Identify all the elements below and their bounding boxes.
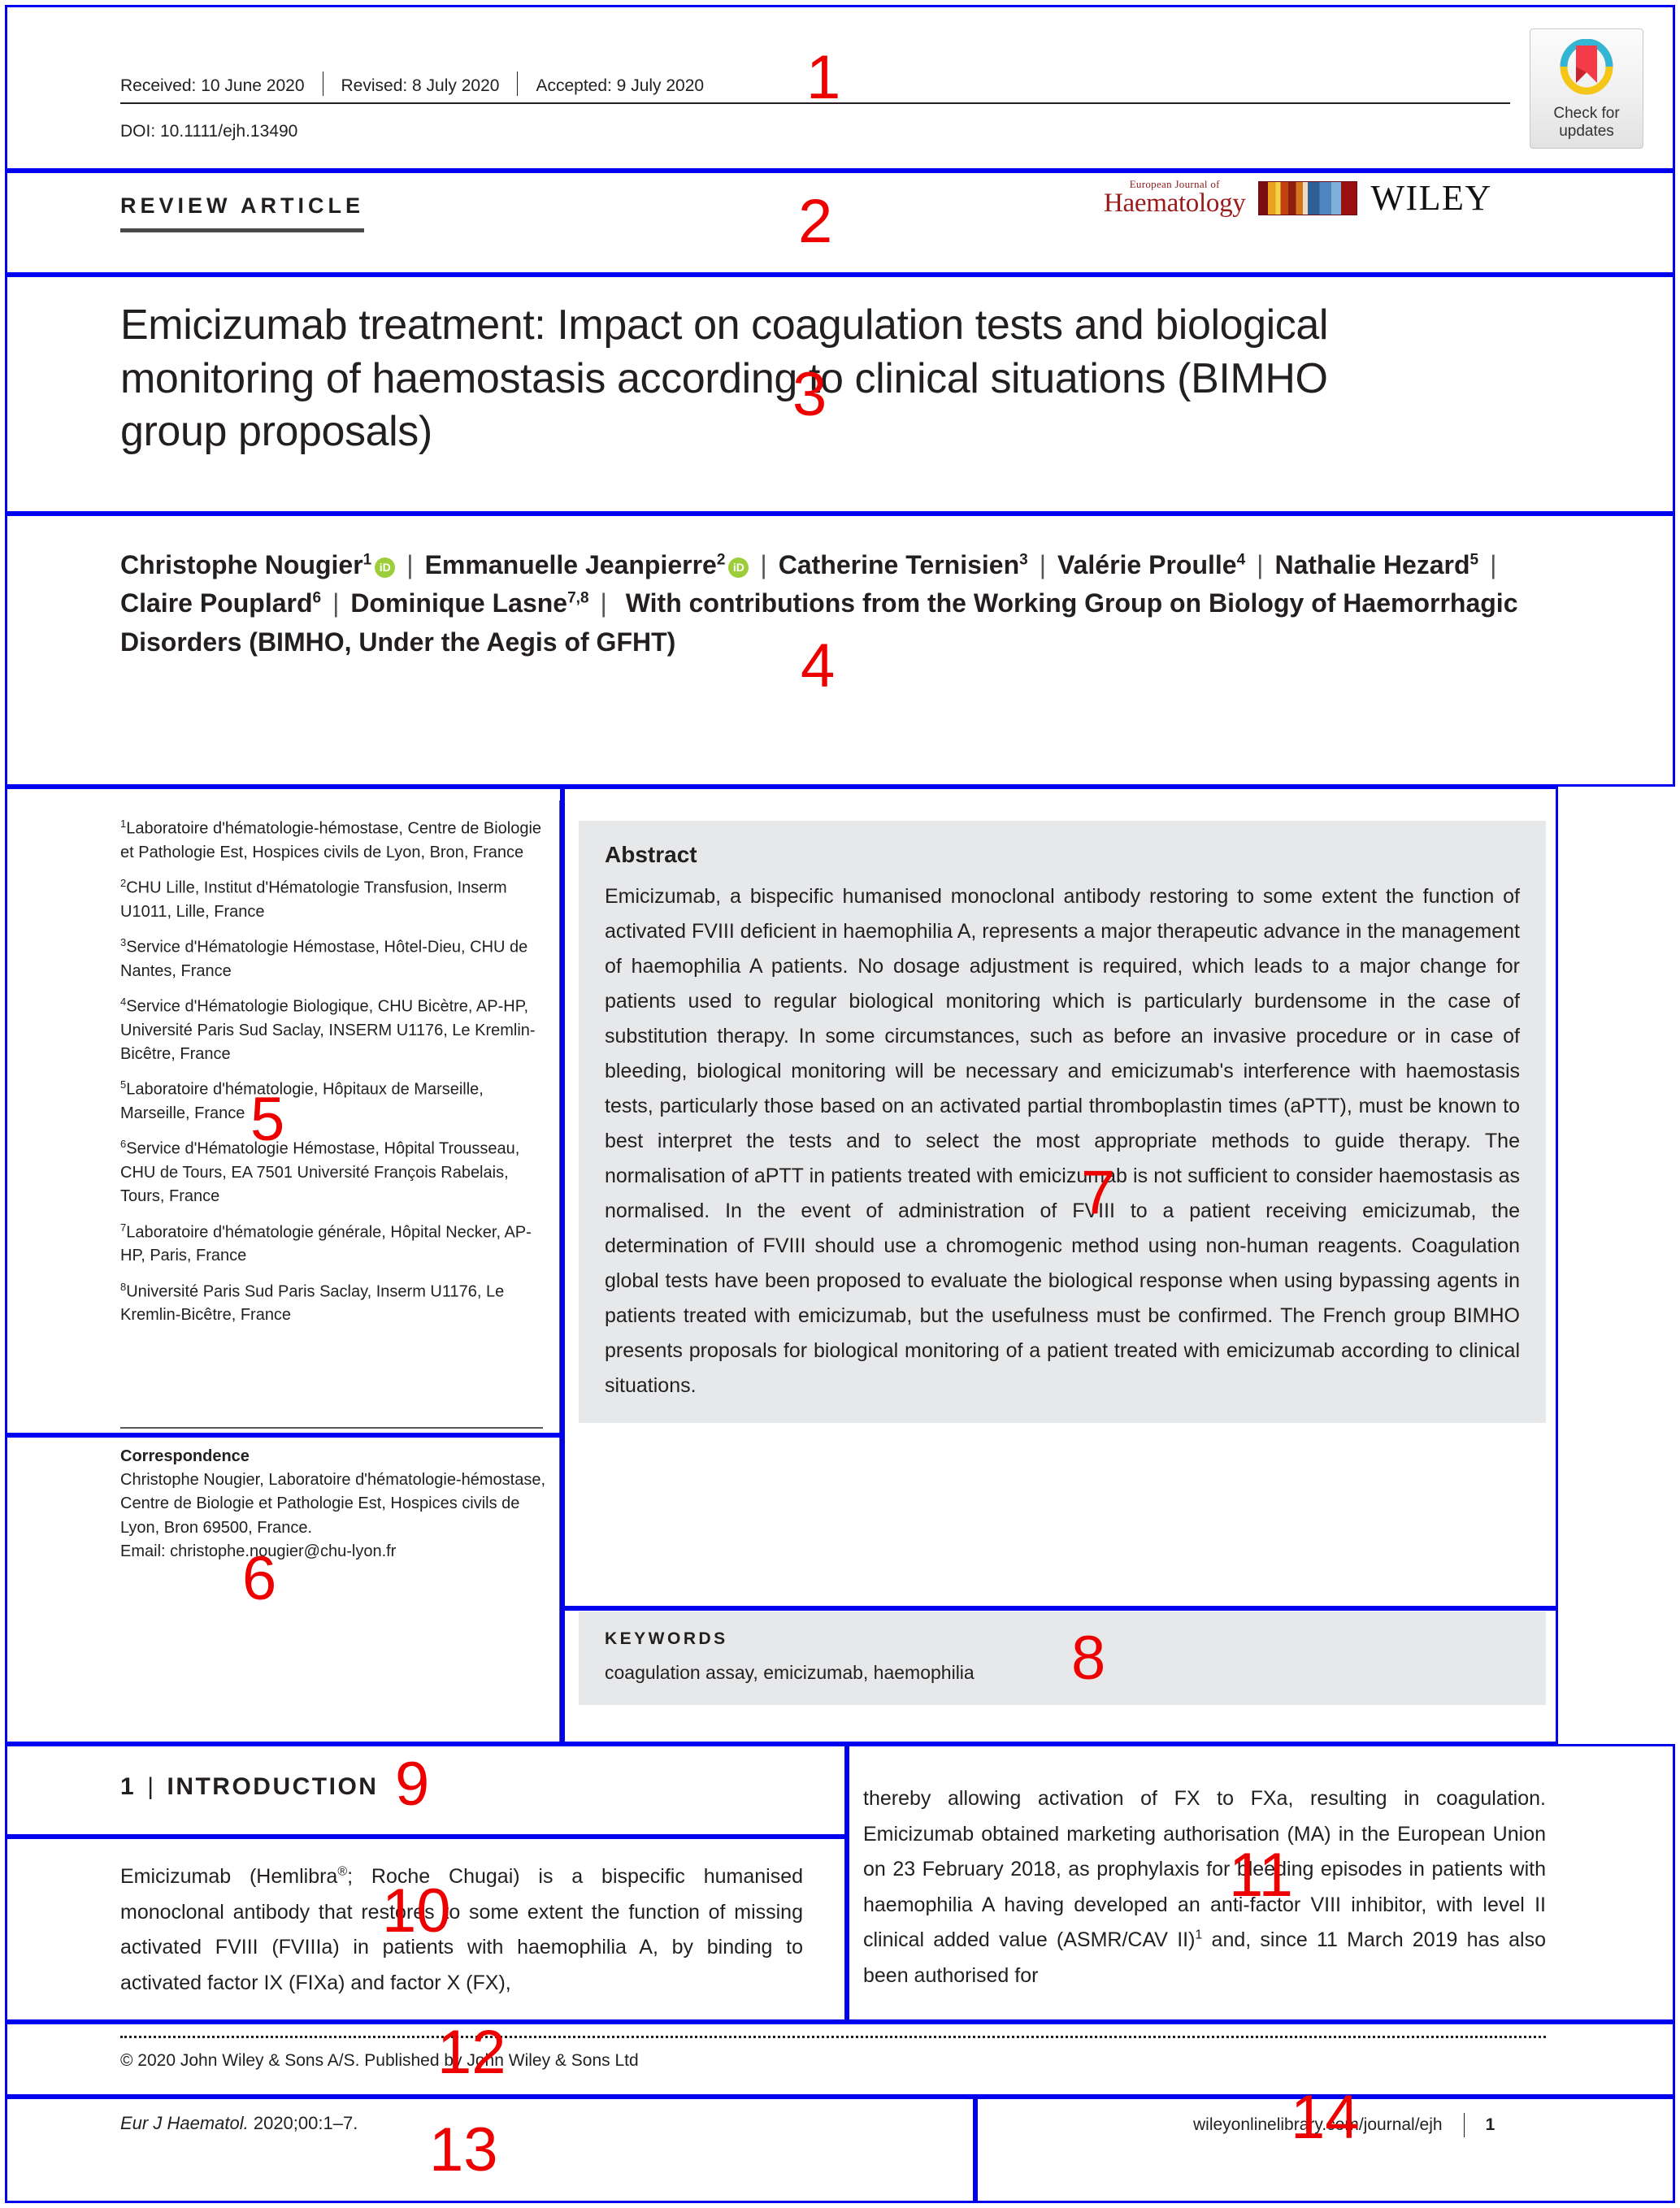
- correspondence-email[interactable]: Email: christophe.nougier@chu-lyon.fr: [120, 1540, 551, 1564]
- journal-cover-thumbnail: [1258, 180, 1358, 215]
- copyright-line: © 2020 John Wiley & Sons A/S. Published …: [120, 2051, 639, 2070]
- author-separator: |: [1039, 550, 1046, 579]
- author-name[interactable]: Emmanuelle Jeanpierre2: [425, 550, 726, 579]
- affiliation-item: 4Service d'Hématologie Biologique, CHU B…: [120, 996, 536, 1064]
- affiliations-list: 1Laboratoire d'hématologie-hémostase, Ce…: [120, 817, 543, 1339]
- author-separator: |: [600, 588, 607, 618]
- article-history: Received: 10 June 2020 Revised: 8 July 2…: [120, 72, 1510, 104]
- check-updates-line2: updates: [1559, 122, 1614, 140]
- citation-line: Eur J Haematol. 2020;00:1–7.: [120, 2113, 358, 2134]
- orcid-icon[interactable]: iD: [375, 557, 396, 578]
- citation-volume: 2020;00:1–7.: [248, 2113, 358, 2133]
- abstract-heading: Abstract: [605, 842, 697, 867]
- author-name[interactable]: Catherine Ternisien3: [779, 550, 1028, 579]
- keywords-heading: KEYWORDS: [605, 1629, 728, 1648]
- annotation-number-13: 13: [429, 2115, 498, 2184]
- revised-date: Revised: 8 July 2020: [341, 76, 500, 95]
- keywords-text: coagulation assay, emicizumab, haemophil…: [605, 1662, 975, 1683]
- affiliation-item: 1Laboratoire d'hématologie-hémostase, Ce…: [120, 818, 542, 861]
- citation-journal: Eur J Haematol.: [120, 2113, 249, 2133]
- journal-logo-name: Haematology: [1104, 189, 1246, 218]
- author-separator: |: [1490, 550, 1497, 579]
- footer-right: wileyonlinelibrary.com/journal/ejh 1: [1193, 2113, 1495, 2137]
- affiliation-item: 8Université Paris Sud Paris Saclay, Inse…: [120, 1280, 505, 1325]
- correspondence-divider: [120, 1427, 543, 1429]
- footer-divider: [1463, 2113, 1465, 2137]
- history-divider: [517, 72, 519, 96]
- journal-branding: European Journal of Haematology WILEY: [1104, 177, 1492, 219]
- author-name[interactable]: Valérie Proulle4: [1057, 550, 1245, 579]
- introduction-column-right: thereby allowing activation of FX to FXa…: [863, 1781, 1546, 1993]
- orcid-icon[interactable]: iD: [728, 557, 749, 578]
- author-separator: |: [332, 588, 340, 618]
- journal-logo: European Journal of Haematology: [1104, 179, 1246, 218]
- correspondence-address: Christophe Nougier, Laboratoire d'hémato…: [120, 1471, 546, 1537]
- author-separator: |: [1257, 550, 1264, 579]
- author-name[interactable]: Dominique Lasne7,8: [350, 588, 588, 618]
- author-separator: |: [760, 550, 767, 579]
- article-title: Emicizumab treatment: Impact on coagulat…: [120, 301, 1329, 456]
- abstract-text: Emicizumab, a bispecific humanised monoc…: [605, 885, 1520, 1397]
- section-title: INTRODUCTION: [167, 1773, 379, 1800]
- footer-dotted-rule: [120, 2036, 1546, 2038]
- article-type-kicker: REVIEW ARTICLE: [120, 193, 365, 232]
- page-number: 1: [1485, 2115, 1496, 2134]
- annotation-number-2: 2: [798, 187, 833, 256]
- registered-mark: ®: [337, 1864, 348, 1879]
- abstract-panel: Abstract Emicizumab, a bispecific humani…: [579, 821, 1546, 1423]
- correspondence-heading: Correspondence: [120, 1447, 250, 1465]
- doi-line: DOI: 10.1111/ejh.13490: [120, 122, 298, 141]
- author-name[interactable]: Claire Pouplard6: [120, 588, 321, 618]
- author-name[interactable]: Christophe Nougier1: [120, 550, 371, 579]
- author-group-line: With contributions from the Working Grou…: [120, 588, 1518, 657]
- section-number: 1: [120, 1773, 137, 1800]
- author-list: Christophe Nougier1 iD | Emmanuelle Jeanpie…: [120, 546, 1518, 662]
- author-separator: |: [406, 550, 414, 579]
- check-updates-line1: Check for: [1553, 105, 1620, 122]
- section-bar: |: [147, 1773, 156, 1800]
- section-heading-introduction: 1 | INTRODUCTION: [120, 1773, 378, 1801]
- footer-rule: [120, 2097, 1546, 2098]
- affiliation-item: 6Service d'Hématologie Hémostase, Hôpita…: [120, 1138, 520, 1206]
- check-for-updates-badge[interactable]: Check for updates: [1530, 28, 1643, 149]
- author-name[interactable]: Nathalie Hezard5: [1274, 550, 1478, 579]
- column-divider-rule: [559, 800, 561, 1743]
- crossmark-icon: [1555, 38, 1618, 102]
- publisher-logo: WILEY: [1370, 178, 1492, 218]
- affiliation-item: 3Service d'Hématologie Hémostase, Hôtel-…: [120, 936, 528, 980]
- annotation-number-9: 9: [395, 1750, 430, 1819]
- accepted-date: Accepted: 9 July 2020: [536, 76, 705, 95]
- intro-left-pre: Emicizumab (Hemlibra: [120, 1865, 338, 1888]
- introduction-column-left: Emicizumab (Hemlibra®; Roche Chugai) is …: [120, 1859, 803, 2001]
- journal-url[interactable]: wileyonlinelibrary.com/journal/ejh: [1193, 2115, 1443, 2135]
- affiliation-item: 2CHU Lille, Institut d'Hématologie Trans…: [120, 877, 507, 921]
- intro-right-pre: thereby allowing activation of FX to FXa…: [863, 1787, 1546, 1951]
- citation-ref[interactable]: 1: [1195, 1928, 1202, 1942]
- correspondence-block: Correspondence Christophe Nougier, Labor…: [120, 1445, 551, 1564]
- affiliation-item: 5Laboratoire d'hématologie, Hôpitaux de …: [120, 1078, 484, 1123]
- keywords-panel: KEYWORDS coagulation assay, emicizumab, …: [579, 1612, 1546, 1705]
- document-page: Received: 10 June 2020 Revised: 8 July 2…: [0, 0, 1680, 2208]
- affiliation-item: 7Laboratoire d'hématologie générale, Hôp…: [120, 1221, 532, 1265]
- received-date: Received: 10 June 2020: [120, 76, 305, 95]
